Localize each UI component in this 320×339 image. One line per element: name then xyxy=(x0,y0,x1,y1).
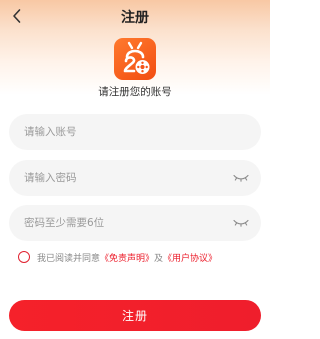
eye-closed-icon xyxy=(233,219,249,227)
disclaimer-link[interactable]: 《免责声明》 xyxy=(100,251,154,264)
register-screen: 注册 请注册您的账号 请输入账号 我已阅读并同意 《免责声明》 及 《用户协议》… xyxy=(0,0,270,339)
account-input[interactable] xyxy=(9,126,261,138)
agreement-and-text: 及 xyxy=(154,253,164,264)
confirm-password-input[interactable] xyxy=(9,217,230,229)
page-title: 注册 xyxy=(121,10,149,26)
confirm-password-field[interactable] xyxy=(9,205,261,241)
eye-closed-icon xyxy=(233,174,249,182)
app-logo xyxy=(114,38,156,80)
agreement-text: 我已阅读并同意 xyxy=(37,253,101,264)
confirm-password-visibility-toggle[interactable] xyxy=(230,216,252,230)
password-field[interactable] xyxy=(9,160,261,196)
user-agreement-link[interactable]: 《用户协议》 xyxy=(163,251,217,264)
agreement-row: 我已阅读并同意 《免责声明》 及 《用户协议》 xyxy=(18,250,217,264)
film-cat-logo-icon xyxy=(123,41,150,74)
register-subtitle: 请注册您的账号 xyxy=(98,86,172,98)
header: 注册 xyxy=(0,0,270,36)
password-input[interactable] xyxy=(9,172,230,184)
register-button[interactable]: 注册 xyxy=(9,300,261,331)
password-visibility-toggle[interactable] xyxy=(230,171,252,185)
agreement-checkbox[interactable] xyxy=(18,251,30,263)
account-field[interactable] xyxy=(9,114,261,150)
